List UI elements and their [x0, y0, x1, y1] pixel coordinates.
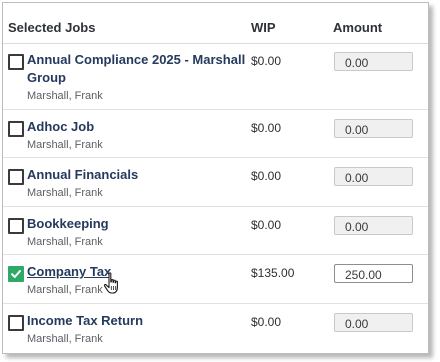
table-header: Selected Jobs WIP Amount	[3, 3, 428, 44]
job-checkbox[interactable]	[8, 218, 24, 234]
job-client: Marshall, Frank	[27, 139, 103, 151]
checkmark-icon	[11, 270, 21, 278]
job-name[interactable]: Annual Compliance 2025 - Marshall	[27, 51, 245, 69]
job-amount-input[interactable]: 0.00	[334, 313, 413, 332]
job-wip: $0.00	[251, 121, 282, 135]
job-name[interactable]: Adhoc Job	[27, 118, 94, 136]
job-wip: $0.00	[251, 54, 282, 68]
job-row-annual-compliance: Annual Compliance 2025 - Marshall Group …	[3, 44, 428, 110]
job-name[interactable]: Company Tax	[27, 263, 111, 281]
selected-jobs-panel: Selected Jobs WIP Amount Annual Complian…	[2, 2, 429, 354]
job-client: Marshall, Frank	[27, 236, 103, 248]
job-name-continued[interactable]: Group	[27, 69, 66, 87]
job-wip: $0.00	[251, 315, 282, 329]
job-client: Marshall, Frank	[27, 187, 103, 199]
job-row-company-tax: Company Tax Marshall, Frank $135.00 250.…	[3, 255, 428, 304]
job-name[interactable]: Annual Financials	[27, 166, 138, 184]
job-amount-input[interactable]: 0.00	[334, 52, 413, 71]
job-wip: $0.00	[251, 169, 282, 183]
job-row-bookkeeping: Bookkeeping Marshall, Frank $0.00 0.00	[3, 207, 428, 255]
job-client: Marshall, Frank	[27, 90, 103, 102]
job-client: Marshall, Frank	[27, 284, 103, 296]
job-checkbox-checked[interactable]	[8, 266, 24, 282]
job-amount-input[interactable]: 250.00	[334, 264, 413, 283]
job-row-adhoc: Adhoc Job Marshall, Frank $0.00 0.00	[3, 110, 428, 158]
job-amount-input[interactable]: 0.00	[334, 167, 413, 186]
job-checkbox[interactable]	[8, 121, 24, 137]
job-checkbox[interactable]	[8, 54, 24, 70]
job-row-income-tax-return: Income Tax Return Marshall, Frank $0.00 …	[3, 304, 428, 353]
job-checkbox[interactable]	[8, 315, 24, 331]
header-wip: WIP	[251, 20, 276, 35]
hand-pointer-icon	[103, 272, 118, 294]
header-amount: Amount	[333, 20, 383, 35]
header-selected-jobs: Selected Jobs	[8, 20, 96, 35]
job-row-annual-financials: Annual Financials Marshall, Frank $0.00 …	[3, 158, 428, 207]
job-checkbox[interactable]	[8, 169, 24, 185]
job-amount-input[interactable]: 0.00	[334, 119, 413, 138]
job-name[interactable]: Income Tax Return	[27, 312, 143, 330]
job-wip: $135.00	[251, 266, 295, 280]
job-amount-input[interactable]: 0.00	[334, 216, 413, 235]
job-client: Marshall, Frank	[27, 333, 103, 345]
job-wip: $0.00	[251, 218, 282, 232]
job-name[interactable]: Bookkeeping	[27, 215, 109, 233]
